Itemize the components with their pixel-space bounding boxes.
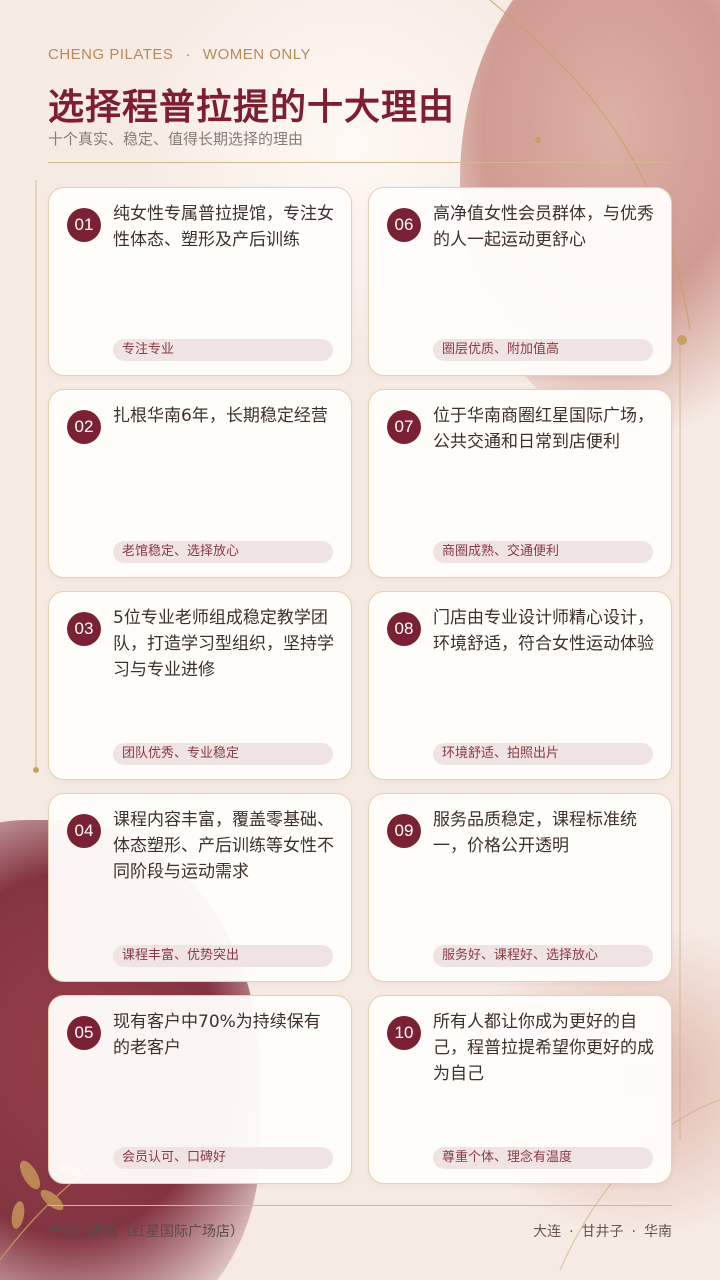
footer-location: 大连 · 甘井子 · 华南 — [533, 1221, 672, 1241]
footer-area: 华南 — [644, 1224, 672, 1240]
reason-card: 09 服务品质稳定，课程标准统一，价格公开透明 服务好、课程好、选择放心 — [368, 793, 672, 982]
reason-number-badge: 08 — [387, 612, 421, 646]
reason-tag: 课程丰富、优势突出 — [113, 945, 333, 967]
reason-number-badge: 04 — [67, 814, 101, 848]
reason-text: 纯女性专属普拉提馆，专注女性体态、塑形及产后训练 — [113, 204, 334, 250]
page-subtitle: 十个真实、稳定、值得长期选择的理由 — [48, 130, 304, 148]
reason-text: 课程内容丰富，覆盖零基础、体态塑形、产后训练等女性不同阶段与运动需求 — [113, 810, 334, 882]
reason-tag: 服务好、课程好、选择放心 — [433, 945, 653, 967]
reason-tag: 商圈成熟、交通便利 — [433, 541, 653, 563]
reason-text: 现有客户中70%为持续保有的老客户 — [113, 1012, 321, 1058]
reason-number-badge: 07 — [387, 410, 421, 444]
reason-card: 05 现有客户中70%为持续保有的老客户 会员认可、口碑好 — [48, 995, 352, 1184]
footer-separator: · — [631, 1224, 636, 1240]
reason-text: 高净值女性会员群体，与优秀的人一起运动更舒心 — [433, 204, 654, 250]
reason-tag: 圈层优质、附加值高 — [433, 339, 653, 361]
reason-number-badge: 02 — [67, 410, 101, 444]
reason-tag: 尊重个体、理念有温度 — [433, 1147, 653, 1169]
reason-text: 扎根华南6年，长期稳定经营 — [113, 406, 328, 426]
reason-number-badge: 10 — [387, 1016, 421, 1050]
footer-divider — [48, 1205, 672, 1206]
reason-tag: 老馆稳定、选择放心 — [113, 541, 333, 563]
brand-line: CHENG PILATES · WOMEN ONLY — [48, 46, 311, 63]
reason-card: 08 门店由专业设计师精心设计，环境舒适，符合女性运动体验 环境舒适、拍照出片 — [368, 591, 672, 780]
footer-city: 大连 — [533, 1224, 562, 1240]
reason-card: 10 所有人都让你成为更好的自己，程普拉提希望你更好的成为自己 尊重个体、理念有… — [368, 995, 672, 1184]
reason-text: 门店由专业设计师精心设计，环境舒适，符合女性运动体验 — [433, 608, 654, 654]
reason-tag: 会员认可、口碑好 — [113, 1147, 333, 1169]
brand-separator: · — [185, 46, 191, 63]
reason-card: 03 5位专业老师组成稳定教学团队，打造学习型组织，坚持学习与专业进修 团队优秀… — [48, 591, 352, 780]
brand-tagline: WOMEN ONLY — [202, 46, 311, 63]
reason-number-badge: 05 — [67, 1016, 101, 1050]
reason-text: 5位专业老师组成稳定教学团队，打造学习型组织，坚持学习与专业进修 — [113, 608, 334, 680]
reason-number-badge: 09 — [387, 814, 421, 848]
header-divider — [48, 162, 668, 163]
reason-card: 01 纯女性专属普拉提馆，专注女性体态、塑形及产后训练 专注专业 — [48, 187, 352, 376]
reason-text: 位于华南商圈红星国际广场，公共交通和日常到店便利 — [433, 406, 654, 452]
reason-card: 07 位于华南商圈红星国际广场，公共交通和日常到店便利 商圈成熟、交通便利 — [368, 389, 672, 578]
reason-card: 06 高净值女性会员群体，与优秀的人一起运动更舒心 圈层优质、附加值高 — [368, 187, 672, 376]
reason-number-badge: 01 — [67, 208, 101, 242]
reason-tag: 专注专业 — [113, 339, 333, 361]
footer-store-name: 程普拉提馆（红星国际广场店） — [48, 1224, 244, 1240]
reasons-grid: 01 纯女性专属普拉提馆，专注女性体态、塑形及产后训练 专注专业 02 扎根华南… — [48, 187, 672, 1184]
reason-number-badge: 03 — [67, 612, 101, 646]
page-title: 选择程普拉提的十大理由 — [48, 86, 456, 128]
reason-text: 服务品质稳定，课程标准统一，价格公开透明 — [433, 810, 637, 856]
footer-separator: · — [569, 1224, 574, 1240]
reason-card: 02 扎根华南6年，长期稳定经营 老馆稳定、选择放心 — [48, 389, 352, 578]
reason-tag: 环境舒适、拍照出片 — [433, 743, 653, 765]
reason-text: 所有人都让你成为更好的自己，程普拉提希望你更好的成为自己 — [433, 1012, 654, 1084]
reason-tag: 团队优秀、专业稳定 — [113, 743, 333, 765]
brand-name: CHENG PILATES — [48, 46, 174, 63]
reason-card: 04 课程内容丰富，覆盖零基础、体态塑形、产后训练等女性不同阶段与运动需求 课程… — [48, 793, 352, 982]
reason-number-badge: 06 — [387, 208, 421, 242]
footer-district: 甘井子 — [581, 1224, 624, 1240]
